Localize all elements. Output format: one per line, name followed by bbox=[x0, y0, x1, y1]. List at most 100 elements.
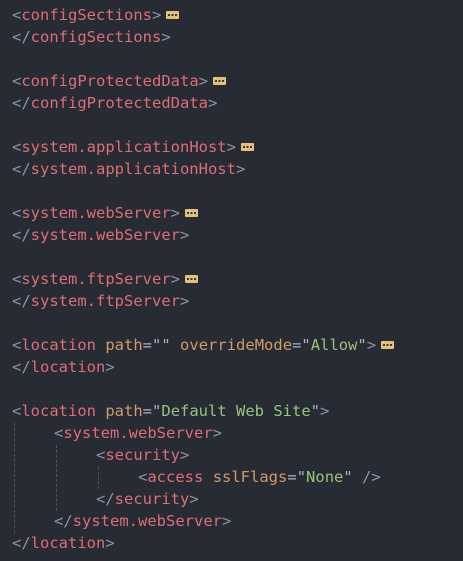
open-bracket: < bbox=[96, 446, 106, 464]
attribute-name: overrideMode bbox=[180, 336, 293, 354]
quote: " bbox=[161, 336, 171, 354]
folded-ellipsis-icon[interactable] bbox=[213, 77, 226, 85]
close-bracket: > bbox=[207, 94, 218, 112]
close-bracket: > bbox=[170, 204, 180, 222]
folded-ellipsis-icon[interactable] bbox=[381, 341, 395, 349]
close-bracket: > bbox=[212, 424, 222, 442]
close-bracket: > bbox=[226, 138, 236, 156]
open-bracket: < bbox=[12, 138, 22, 156]
open-bracket: </ bbox=[12, 160, 31, 178]
open-bracket: < bbox=[12, 402, 22, 420]
open-bracket: </ bbox=[12, 94, 31, 112]
code-line[interactable]: </configProtectedData> bbox=[0, 92, 463, 114]
folded-ellipsis-icon[interactable] bbox=[166, 11, 180, 19]
close-bracket: > bbox=[366, 336, 377, 354]
folded-ellipsis-icon[interactable] bbox=[241, 143, 254, 151]
close-bracket: > bbox=[221, 512, 232, 530]
open-bracket: </ bbox=[96, 490, 115, 508]
code-editor[interactable]: <configSections> </configSections> <conf… bbox=[0, 0, 463, 561]
code-line[interactable]: <configProtectedData> bbox=[0, 70, 463, 92]
quote: " bbox=[357, 336, 367, 354]
blank-line[interactable] bbox=[0, 180, 463, 202]
blank-line[interactable] bbox=[0, 48, 463, 70]
open-bracket: < bbox=[54, 424, 64, 442]
folded-ellipsis-icon[interactable] bbox=[185, 209, 198, 217]
tag-name: configProtectedData bbox=[21, 72, 199, 90]
equals-sign: = bbox=[292, 336, 302, 354]
close-bracket: > bbox=[152, 6, 162, 24]
open-bracket: < bbox=[12, 270, 22, 288]
code-line[interactable]: <system.ftpServer> bbox=[0, 268, 463, 290]
code-line[interactable]: </location> bbox=[0, 356, 463, 378]
quote: " bbox=[310, 402, 321, 420]
quote: " bbox=[301, 336, 311, 354]
code-line[interactable]: </system.applicationHost> bbox=[0, 158, 463, 180]
blank-line[interactable] bbox=[0, 114, 463, 136]
code-line[interactable]: <configSections> bbox=[0, 4, 463, 26]
code-line[interactable]: <location path="Default Web Site"> bbox=[0, 400, 463, 422]
close-bracket: > bbox=[170, 270, 180, 288]
tag-name: system.applicationHost bbox=[30, 160, 236, 178]
open-bracket: </ bbox=[12, 28, 31, 46]
open-bracket: < bbox=[12, 204, 22, 222]
open-bracket: </ bbox=[54, 512, 73, 530]
close-bracket: > bbox=[189, 490, 199, 508]
quote: " bbox=[296, 468, 307, 486]
tag-name: location bbox=[21, 402, 96, 420]
code-line[interactable]: </system.webServer> bbox=[0, 510, 463, 532]
blank-line[interactable] bbox=[0, 246, 463, 268]
close-bracket: > bbox=[179, 226, 190, 244]
close-bracket: > bbox=[180, 446, 190, 464]
open-bracket: < bbox=[12, 72, 22, 90]
tag-name: system.webServer bbox=[21, 204, 171, 222]
equals-sign: = bbox=[287, 468, 297, 486]
tag-name: system.applicationHost bbox=[21, 138, 227, 156]
code-line[interactable]: <system.applicationHost> bbox=[0, 136, 463, 158]
close-bracket: > bbox=[198, 72, 208, 90]
folded-ellipsis-icon[interactable] bbox=[185, 275, 198, 283]
tag-name: configProtectedData bbox=[30, 94, 208, 112]
code-line[interactable]: </system.webServer> bbox=[0, 224, 463, 246]
code-line[interactable]: <access sslFlags="None" /> bbox=[0, 466, 463, 488]
quote: " bbox=[343, 468, 353, 486]
tag-name: configSections bbox=[30, 28, 162, 46]
tag-name: location bbox=[21, 336, 96, 354]
blank-line[interactable] bbox=[0, 312, 463, 334]
tag-name: system.webServer bbox=[30, 226, 180, 244]
code-line[interactable]: </system.ftpServer> bbox=[0, 290, 463, 312]
tag-name: location bbox=[30, 534, 106, 552]
code-line[interactable]: </configSections> bbox=[0, 26, 463, 48]
equals-sign: = bbox=[142, 402, 153, 420]
open-bracket: < bbox=[138, 468, 148, 486]
tag-name: system.ftpServer bbox=[21, 270, 171, 288]
attribute-name: sslFlags bbox=[212, 468, 288, 486]
equals-sign: = bbox=[142, 336, 153, 354]
close-bracket: > bbox=[105, 358, 115, 376]
code-line[interactable]: </location> bbox=[0, 532, 463, 554]
close-bracket: > bbox=[161, 28, 171, 46]
self-close-bracket: /> bbox=[362, 468, 381, 486]
attribute-value: None bbox=[306, 468, 344, 486]
open-bracket: </ bbox=[12, 292, 31, 310]
attribute-name: path bbox=[105, 336, 143, 354]
code-line[interactable]: </security> bbox=[0, 488, 463, 510]
tag-name: location bbox=[30, 358, 106, 376]
code-line[interactable]: <security> bbox=[0, 444, 463, 466]
tag-name: system.webServer bbox=[72, 512, 222, 530]
attribute-name: path bbox=[105, 402, 143, 420]
code-line[interactable]: <system.webServer> bbox=[0, 422, 463, 444]
attribute-value: Allow bbox=[310, 336, 358, 354]
close-bracket: > bbox=[235, 160, 246, 178]
code-line[interactable]: <location path="" overrideMode="Allow"> bbox=[0, 334, 463, 356]
open-bracket: < bbox=[12, 6, 22, 24]
open-bracket: </ bbox=[12, 534, 31, 552]
tag-name: system.webServer bbox=[63, 424, 213, 442]
tag-name: security bbox=[105, 446, 180, 464]
close-bracket: > bbox=[179, 292, 190, 310]
open-bracket: </ bbox=[12, 226, 31, 244]
tag-name: access bbox=[147, 468, 204, 486]
code-line[interactable]: <system.webServer> bbox=[0, 202, 463, 224]
quote: " bbox=[152, 402, 162, 420]
blank-line[interactable] bbox=[0, 378, 463, 400]
tag-name: configSections bbox=[21, 6, 152, 24]
